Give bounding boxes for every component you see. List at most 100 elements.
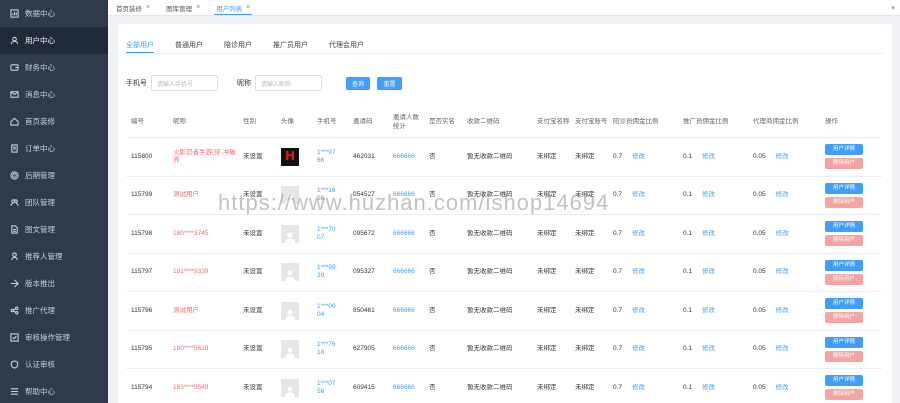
row-actions: 用户详情 删除用户 bbox=[820, 144, 864, 170]
subtab-2[interactable]: 陪诊用户 bbox=[224, 38, 252, 53]
delete-user-button[interactable]: 删除用户 bbox=[825, 389, 863, 401]
sidebar-item-label: 消息中心 bbox=[25, 90, 55, 99]
invite-count[interactable]: 666666 bbox=[388, 384, 424, 392]
delete-user-button[interactable]: 删除用户 bbox=[825, 273, 863, 285]
wallet-icon bbox=[9, 63, 19, 73]
sidebar-item-11[interactable]: 推广代理 bbox=[0, 297, 108, 324]
nickname-filter-label: 昵称 bbox=[237, 80, 251, 87]
subtab-3[interactable]: 推广员用户 bbox=[273, 38, 308, 53]
order-icon bbox=[9, 144, 19, 154]
sidebar-item-10[interactable]: 版本推出 bbox=[0, 270, 108, 297]
commission-value: 0.05 bbox=[753, 229, 766, 237]
subtab-0[interactable]: 全部用户 bbox=[126, 38, 154, 53]
close-icon[interactable]: × bbox=[146, 4, 150, 11]
delete-user-button[interactable]: 删除用户 bbox=[825, 196, 863, 208]
realname-status: 否 bbox=[429, 383, 436, 391]
user-detail-button[interactable]: 用户详情 bbox=[825, 336, 863, 348]
row-actions: 用户详情 删除用户 bbox=[820, 182, 864, 208]
avatar-cell bbox=[276, 378, 312, 397]
edit-rate-link[interactable]: 修改 bbox=[776, 384, 789, 392]
sidebar-item-7[interactable]: 团队管理 bbox=[0, 189, 108, 216]
subtab-4[interactable]: 代理会用户 bbox=[329, 38, 364, 53]
invite-count[interactable]: 666666 bbox=[388, 345, 424, 353]
edit-rate-link[interactable]: 修改 bbox=[776, 153, 789, 161]
realname-status: 否 bbox=[429, 268, 436, 276]
alipay-account: 未绑定 bbox=[575, 229, 595, 237]
edit-rate-link[interactable]: 修改 bbox=[702, 307, 715, 315]
edit-rate-link[interactable]: 修改 bbox=[632, 153, 645, 161]
edit-rate-link[interactable]: 修改 bbox=[776, 191, 789, 199]
delete-user-button[interactable]: 删除用户 bbox=[825, 235, 863, 247]
edit-rate-link[interactable]: 修改 bbox=[632, 307, 645, 315]
delete-user-button[interactable]: 删除用户 bbox=[825, 158, 863, 170]
invite-count[interactable]: 666666 bbox=[388, 268, 424, 276]
tab-2[interactable]: 用户列表 × bbox=[208, 0, 258, 15]
tab-1[interactable]: 图库管理 × bbox=[158, 0, 208, 15]
sidebar-item-13[interactable]: 认证审核 bbox=[0, 351, 108, 378]
edit-rate-link[interactable]: 修改 bbox=[702, 230, 715, 238]
invite-count[interactable]: 666666 bbox=[388, 230, 424, 238]
column-header: 收款二维码 bbox=[467, 118, 500, 126]
sidebar-item-label: 推荐人管理 bbox=[25, 252, 63, 261]
alipay-account: 未绑定 bbox=[575, 383, 595, 391]
edit-rate-link[interactable]: 修改 bbox=[632, 191, 645, 199]
sidebar-item-2[interactable]: 财务中心 bbox=[0, 54, 108, 81]
sidebar-item-6[interactable]: 后期管理 bbox=[0, 162, 108, 189]
edit-rate-link[interactable]: 修改 bbox=[632, 345, 645, 353]
sidebar-item-14[interactable]: 帮助中心 bbox=[0, 378, 108, 403]
column-header: 代理商佣金比例 bbox=[753, 118, 799, 126]
commission-rate-1: 0.7 修改 bbox=[608, 345, 678, 353]
query-button[interactable]: 查询 bbox=[346, 77, 370, 90]
user-detail-button[interactable]: 用户详情 bbox=[825, 375, 863, 387]
edit-rate-link[interactable]: 修改 bbox=[776, 268, 789, 276]
edit-rate-link[interactable]: 修改 bbox=[776, 230, 789, 238]
close-icon[interactable]: × bbox=[196, 4, 200, 11]
edit-rate-link[interactable]: 修改 bbox=[702, 191, 715, 199]
subtab-1[interactable]: 普通用户 bbox=[175, 38, 203, 53]
commission-value: 0.05 bbox=[753, 268, 766, 276]
sidebar-item-0[interactable]: 数据中心 bbox=[0, 0, 108, 27]
user-detail-button[interactable]: 用户详情 bbox=[825, 259, 863, 271]
edit-rate-link[interactable]: 修改 bbox=[632, 268, 645, 276]
user-detail-button[interactable]: 用户详情 bbox=[825, 221, 863, 233]
nickname-search-input[interactable]: 请输入昵称 bbox=[255, 75, 322, 91]
sidebar-item-1[interactable]: 用户中心 bbox=[0, 27, 108, 54]
user-id: 115796 bbox=[131, 306, 153, 314]
tab-0[interactable]: 首页装修 × bbox=[108, 0, 158, 15]
sidebar-item-4[interactable]: 首页装修 bbox=[0, 108, 108, 135]
edit-rate-link[interactable]: 修改 bbox=[702, 153, 715, 161]
sidebar-item-8[interactable]: 图文管理 bbox=[0, 216, 108, 243]
invite-count[interactable]: 666666 bbox=[388, 191, 424, 199]
edit-rate-link[interactable]: 修改 bbox=[776, 307, 789, 315]
invite-count[interactable]: 666666 bbox=[388, 307, 424, 315]
invite-count[interactable]: 666666 bbox=[388, 153, 424, 161]
edit-rate-link[interactable]: 修改 bbox=[702, 384, 715, 392]
user-detail-button[interactable]: 用户详情 bbox=[825, 182, 863, 194]
edit-rate-link[interactable]: 修改 bbox=[702, 345, 715, 353]
commission-value: 0.7 bbox=[613, 152, 623, 160]
delete-user-button[interactable]: 删除用户 bbox=[825, 350, 863, 362]
delete-user-button[interactable]: 删除用户 bbox=[825, 312, 863, 324]
edit-rate-link[interactable]: 修改 bbox=[702, 268, 715, 276]
edit-rate-link[interactable]: 修改 bbox=[632, 230, 645, 238]
sidebar-item-12[interactable]: 审核操作管理 bbox=[0, 324, 108, 351]
table-row: 115794 183****9549 未设置 1***07 56 609415 66666… bbox=[126, 369, 882, 403]
payment-qr: 暂无收款二维码 bbox=[467, 268, 513, 276]
tab-more-icon[interactable]: ▾ bbox=[886, 0, 900, 15]
sidebar-item-5[interactable]: 订单中心 bbox=[0, 135, 108, 162]
user-detail-button[interactable]: 用户详情 bbox=[825, 298, 863, 310]
invite-code: 462031 bbox=[353, 152, 375, 160]
reset-button[interactable]: 重置 bbox=[377, 77, 402, 90]
commission-rate-3: 0.05 修改 bbox=[748, 191, 820, 199]
sidebar-item-9[interactable]: 推荐人管理 bbox=[0, 243, 108, 270]
user-detail-button[interactable]: 用户详情 bbox=[825, 144, 863, 156]
commission-rate-2: 0.1 修改 bbox=[678, 307, 748, 315]
commission-value: 0.05 bbox=[753, 191, 766, 199]
alipay-account: 未绑定 bbox=[575, 306, 595, 314]
sidebar-item-3[interactable]: 消息中心 bbox=[0, 81, 108, 108]
phone-search-input[interactable]: 请输入手机号 bbox=[151, 75, 218, 91]
commission-value: 0.05 bbox=[753, 306, 766, 314]
close-icon[interactable]: × bbox=[246, 4, 250, 11]
edit-rate-link[interactable]: 修改 bbox=[776, 345, 789, 353]
edit-rate-link[interactable]: 修改 bbox=[632, 384, 645, 392]
